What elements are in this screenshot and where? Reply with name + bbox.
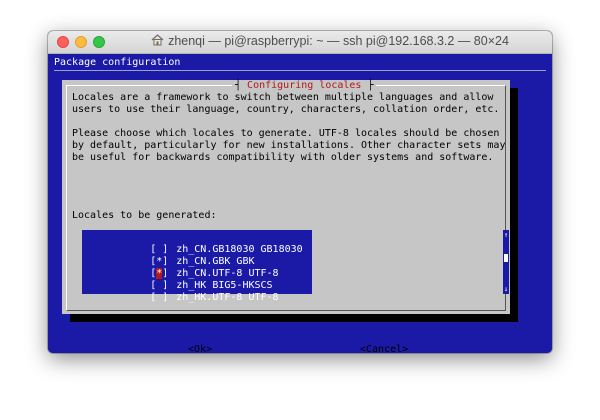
locale-checkbox[interactable]: [ ] [150,292,176,304]
header-divider [54,70,546,71]
locale-item-zh-cn-gbk[interactable]: [*] zh_CN.GBK GBK [90,244,302,267]
instruction-line-3: be useful for backwards compatibility wi… [72,152,494,163]
window-title-wrap: zhenqi — pi@raspberrypi: ~ — ssh pi@192.… [118,34,542,50]
terminal-window: zhenqi — pi@raspberrypi: ~ — ssh pi@192.… [48,31,552,353]
maximize-window-button[interactable] [93,36,105,48]
description-line-2: users to use their language, country, ch… [72,104,500,115]
package-configuration-header: Package configuration [54,57,181,68]
locale-item-zh-cn-utf8[interactable]: [*] zh_CN.UTF-8 UTF-8 [90,256,302,279]
instruction-line-2: by default, particularly for new install… [72,140,506,151]
ok-button[interactable]: <Ok> [188,344,212,353]
close-window-button[interactable] [57,36,69,48]
dialog-title-text: Configuring locales [247,80,362,91]
list-scrollbar[interactable]: ↑ ↓ [503,230,509,294]
locale-item-zh-hk-big5[interactable]: [ ] zh_HK BIG5-HKSCS [90,268,302,291]
instruction-line-1: Please choose which locales to generate.… [72,128,500,139]
locale-label: zh_HK.UTF-8 UTF-8 [176,292,279,303]
locale-item-zh-cn-gb18030[interactable]: [ ] zh_CN.GB18030 GB18030 [90,232,302,255]
scrollbar-thumb[interactable] [504,254,508,262]
home-icon [151,34,164,46]
dialog-title: ┤ Configuring locales ├ [232,80,377,92]
locale-item-zh-hk-utf8[interactable]: [ ] zh_HK.UTF-8 UTF-8 [90,280,302,303]
scroll-up-arrow-icon[interactable]: ↑ [503,230,509,240]
scroll-down-arrow-icon[interactable]: ↓ [503,284,509,294]
minimize-window-button[interactable] [75,36,87,48]
cancel-button[interactable]: <Cancel> [360,344,408,353]
window-title: zhenqi — pi@raspberrypi: ~ — ssh pi@192.… [168,34,509,48]
description-line-1: Locales are a framework to switch betwee… [72,92,494,103]
window-titlebar[interactable]: zhenqi — pi@raspberrypi: ~ — ssh pi@192.… [48,31,552,54]
configuring-locales-dialog: ┤ Configuring locales ├ Locales are a fr… [62,80,510,353]
locales-list[interactable]: [ ] zh_CN.GB18030 GB18030 [*] zh_CN.GBK GB… [82,230,312,303]
terminal-screen[interactable]: Package configuration ┤ Configuring loca… [48,54,552,353]
dialog-shadow-right [510,88,518,314]
list-label: Locales to be generated: [72,210,217,221]
